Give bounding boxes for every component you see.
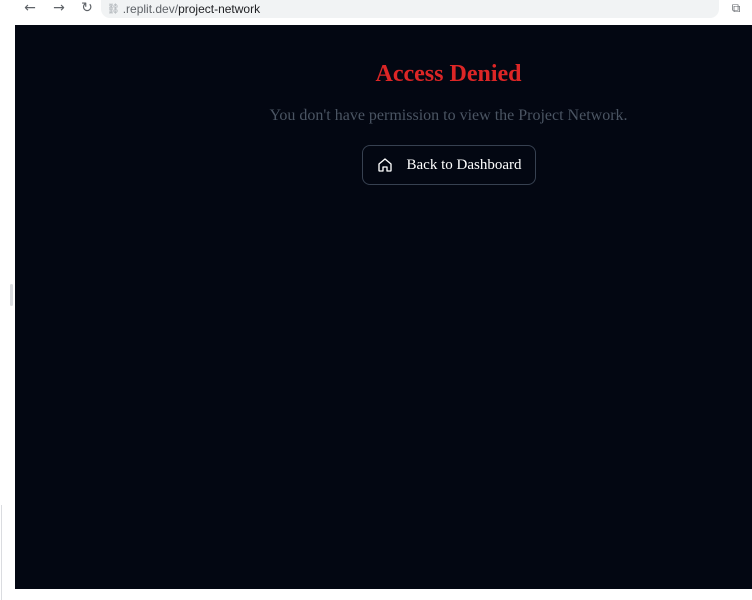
home-icon xyxy=(377,158,392,172)
page-viewport: Access Denied You don't have permission … xyxy=(15,25,752,589)
permission-message: You don't have permission to view the Pr… xyxy=(269,107,628,124)
browser-toolbar: ← → ↻ ⛓ .replit.dev/ project-network ⧉ xyxy=(0,0,752,22)
url-host: .replit.dev/ xyxy=(122,2,179,16)
device-toggle-icon[interactable]: ⧉ xyxy=(728,0,744,16)
address-bar[interactable]: ⛓ .replit.dev/ project-network xyxy=(101,0,719,18)
back-button-label: Back to Dashboard xyxy=(406,156,522,173)
gutter-divider xyxy=(1,505,2,600)
back-arrow-icon[interactable]: ← xyxy=(20,0,40,16)
back-to-dashboard-button[interactable]: Back to Dashboard xyxy=(362,145,536,185)
forward-arrow-icon[interactable]: → xyxy=(49,0,69,16)
url-path: project-network xyxy=(178,2,261,16)
link-icon: ⛓ xyxy=(107,3,120,15)
resize-handle[interactable] xyxy=(10,284,13,306)
reload-icon[interactable]: ↻ xyxy=(77,0,97,16)
page-title: Access Denied xyxy=(375,61,522,87)
devtools-gutter xyxy=(0,22,15,600)
